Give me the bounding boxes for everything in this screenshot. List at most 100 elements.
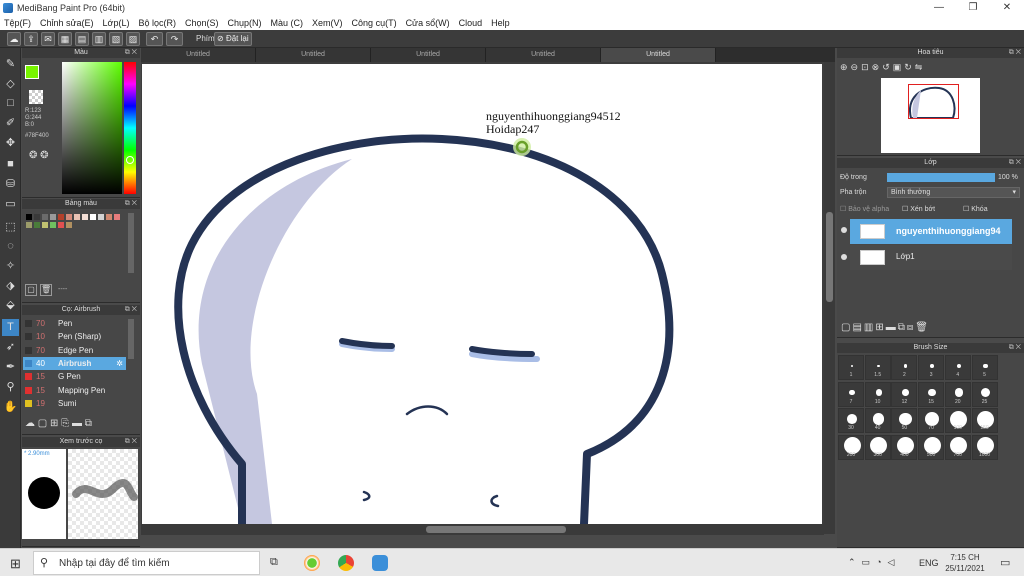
palette-swatch[interactable] bbox=[74, 214, 80, 220]
brush-size-option[interactable]: 400 bbox=[891, 434, 918, 460]
blend-mode-select[interactable]: Bình thường ▾ bbox=[887, 187, 1020, 198]
fit-icon[interactable]: ⊡ bbox=[861, 62, 872, 72]
foreground-color[interactable] bbox=[25, 65, 39, 79]
opacity-slider[interactable] bbox=[887, 173, 995, 182]
zoom-in-icon[interactable]: ⊕ bbox=[840, 62, 851, 72]
brush-size-option[interactable]: 25 bbox=[971, 381, 998, 407]
brush-size-option[interactable]: 5 bbox=[971, 355, 998, 380]
hue-slider[interactable] bbox=[124, 62, 136, 194]
menu-file[interactable]: Tệp(F) bbox=[4, 18, 31, 28]
minimize-icon[interactable]: — bbox=[922, 0, 956, 15]
layer-visibility-icon[interactable] bbox=[841, 227, 847, 233]
close-icon[interactable]: ✕ bbox=[990, 0, 1024, 15]
brush-folder-icon[interactable]: ▬ bbox=[72, 418, 82, 429]
transparent-color[interactable] bbox=[29, 90, 43, 104]
medibang-icon[interactable] bbox=[372, 555, 388, 571]
menu-edit[interactable]: Chỉnh sửa(E) bbox=[40, 18, 94, 28]
brush-size-option[interactable]: 70 bbox=[918, 408, 945, 433]
brush-size-option[interactable]: 4 bbox=[944, 355, 971, 380]
canvas-vertical-scrollbar[interactable] bbox=[824, 62, 835, 534]
brush-item[interactable]: 10 Pen (Sharp) bbox=[23, 330, 126, 343]
brush-item[interactable]: 70 Pen bbox=[23, 317, 126, 330]
menu-select[interactable]: Chọn(S) bbox=[185, 18, 219, 28]
brush-size-option[interactable]: 10 bbox=[864, 381, 891, 407]
menu-layer[interactable]: Lớp(L) bbox=[103, 18, 130, 28]
eraser-tool-icon[interactable]: ◇ bbox=[2, 76, 19, 93]
brush-size-option[interactable]: 700 bbox=[944, 434, 971, 460]
flip-icon[interactable]: ⇋ bbox=[915, 62, 926, 72]
palette-swatch[interactable] bbox=[58, 222, 64, 228]
tab-document-5[interactable]: Untitled bbox=[601, 48, 716, 62]
hue-handle[interactable] bbox=[126, 156, 134, 164]
brush-size-option[interactable]: 30 bbox=[838, 408, 864, 433]
hand-tool-icon[interactable]: ✋ bbox=[2, 399, 19, 416]
palette-swatch[interactable] bbox=[50, 214, 56, 220]
menu-window[interactable]: Cửa sổ(W) bbox=[406, 18, 450, 28]
menu-cloud[interactable]: Cloud bbox=[459, 18, 483, 28]
color-mode-icon[interactable]: ❂ ❂ bbox=[29, 150, 49, 161]
brush-settings-icon[interactable]: ✲ bbox=[116, 357, 123, 370]
tray-chevron-icon[interactable]: ⌃ bbox=[848, 557, 862, 567]
brush-scrollbar[interactable] bbox=[128, 319, 134, 359]
shape-tool-icon[interactable]: □ bbox=[2, 95, 19, 112]
horizontal-scroll-thumb[interactable] bbox=[426, 526, 566, 533]
text-tool-icon[interactable]: T bbox=[2, 319, 19, 336]
new-layer-icon[interactable]: ▢ bbox=[841, 322, 852, 333]
add-palette-icon[interactable]: ▢ bbox=[25, 284, 37, 296]
palette-swatch[interactable] bbox=[114, 214, 120, 220]
vertical-scroll-thumb[interactable] bbox=[826, 212, 833, 302]
task-view-icon[interactable]: ⧉ bbox=[270, 556, 278, 569]
layout-icon[interactable]: ▨ bbox=[126, 32, 140, 46]
palette-swatch[interactable] bbox=[42, 214, 48, 220]
drawing-canvas[interactable]: nguyenthihuonggiang94512 Hoidap247 bbox=[142, 64, 822, 524]
merge-layer-icon[interactable]: ⧈ bbox=[907, 322, 915, 333]
protect-alpha-checkbox[interactable]: ☐ Bảo vệ alpha bbox=[840, 205, 889, 213]
brush-size-option[interactable]: 1.5 bbox=[864, 355, 891, 380]
network-icon[interactable]: ◔ bbox=[876, 557, 887, 567]
comment-icon[interactable]: ✉ bbox=[41, 32, 55, 46]
windows-start-icon[interactable]: ⊞ bbox=[10, 556, 21, 572]
search-box[interactable]: ⚲ Nhập tại đây để tìm kiếm bbox=[33, 551, 260, 575]
brush-size-option[interactable]: 3 bbox=[918, 355, 945, 380]
palette-swatch[interactable] bbox=[90, 214, 96, 220]
tab-document-3[interactable]: Untitled bbox=[371, 48, 486, 62]
clock[interactable]: 7:15 CH 25/11/2021 bbox=[945, 552, 985, 574]
maximize-icon[interactable]: ❐ bbox=[956, 0, 990, 15]
brush-item[interactable]: 40 Airbrush ✲ bbox=[23, 356, 126, 370]
add-brush-icon[interactable]: ⊞ bbox=[50, 418, 58, 429]
duplicate-layer-icon[interactable]: ⧉ bbox=[898, 322, 907, 333]
navigator-viewport[interactable] bbox=[908, 84, 959, 119]
menu-color[interactable]: Màu (C) bbox=[271, 18, 304, 28]
brush-size-option[interactable]: 7 bbox=[838, 381, 864, 407]
gradient-tool-icon[interactable]: ▭ bbox=[2, 196, 19, 213]
notifications-icon[interactable]: ▭ bbox=[1000, 556, 1010, 569]
brush-item[interactable]: 15 Mapping Pen bbox=[23, 384, 126, 397]
brush-size-option[interactable]: 1 bbox=[838, 355, 864, 380]
palette-swatch[interactable] bbox=[98, 214, 104, 220]
menu-tools[interactable]: Công cụ(T) bbox=[352, 18, 397, 28]
layer-row-1[interactable]: nguyenthihuonggiang94 bbox=[850, 219, 1012, 244]
language-indicator[interactable]: ENG bbox=[919, 558, 939, 568]
divide-tool-icon[interactable]: ✒ bbox=[2, 359, 19, 376]
palette-swatch[interactable] bbox=[34, 222, 40, 228]
eyedropper-icon[interactable]: ⚲ bbox=[2, 379, 19, 396]
upload-icon[interactable]: ⇪ bbox=[24, 32, 38, 46]
brush-tool-icon[interactable]: ✐ bbox=[2, 115, 19, 132]
tab-document-2[interactable]: Untitled bbox=[256, 48, 371, 62]
move-tool-icon[interactable]: ✥ bbox=[2, 135, 19, 152]
reset-button[interactable]: ⊘ Đặt lại bbox=[214, 32, 252, 46]
menu-filter[interactable]: Bộ lọc(R) bbox=[138, 18, 176, 28]
palette-swatch[interactable] bbox=[106, 214, 112, 220]
cloud-brush-icon[interactable]: ☁ bbox=[25, 418, 35, 429]
brush-size-option[interactable]: 500 bbox=[918, 434, 945, 460]
brush-size-option[interactable]: 15 bbox=[918, 381, 945, 407]
brush-size-option[interactable]: 200 bbox=[838, 434, 864, 460]
undo-icon[interactable]: ↶ bbox=[146, 32, 163, 46]
menu-snap[interactable]: Chụp(N) bbox=[228, 18, 262, 28]
tab-document-4[interactable]: Untitled bbox=[486, 48, 601, 62]
select-tool-icon[interactable]: ⬚ bbox=[2, 219, 19, 236]
table-icon[interactable]: ▧ bbox=[109, 32, 123, 46]
layer-visibility-icon[interactable] bbox=[841, 254, 847, 260]
palette-scrollbar[interactable] bbox=[128, 213, 134, 273]
menu-help[interactable]: Help bbox=[491, 18, 510, 28]
